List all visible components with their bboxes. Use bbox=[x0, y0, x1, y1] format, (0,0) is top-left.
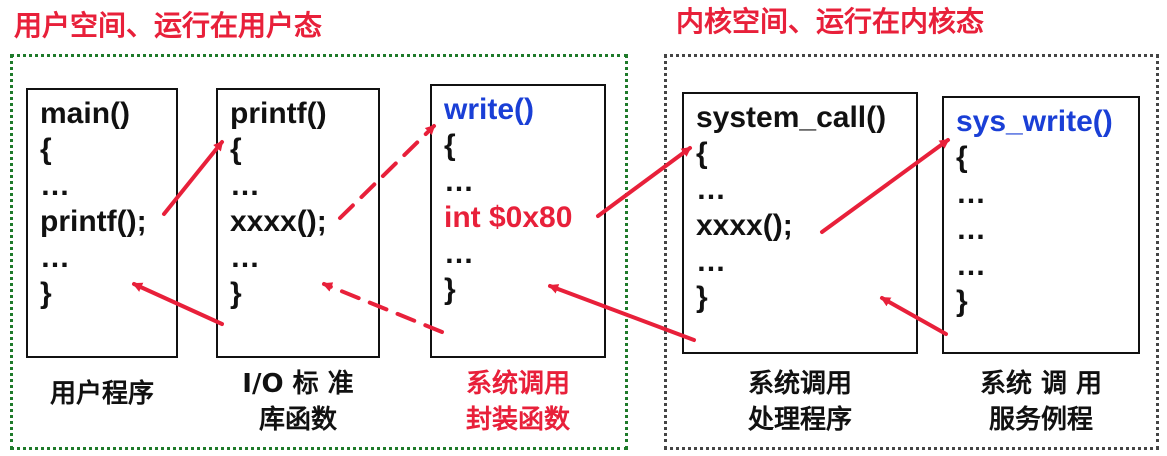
arrow-write-to-system-call bbox=[596, 146, 692, 218]
arrow-main-to-printf bbox=[162, 140, 224, 216]
arrow-system-call-return-to-write bbox=[548, 284, 696, 342]
arrow-printf-to-write bbox=[338, 124, 436, 220]
call-flow-arrows bbox=[132, 124, 950, 342]
arrow-system-call-to-sys-write bbox=[820, 138, 950, 234]
arrow-write-return-to-printf bbox=[322, 282, 444, 334]
arrow-printf-return-to-main bbox=[132, 282, 224, 326]
arrow-sys-write-return-to-system-call bbox=[880, 296, 948, 336]
